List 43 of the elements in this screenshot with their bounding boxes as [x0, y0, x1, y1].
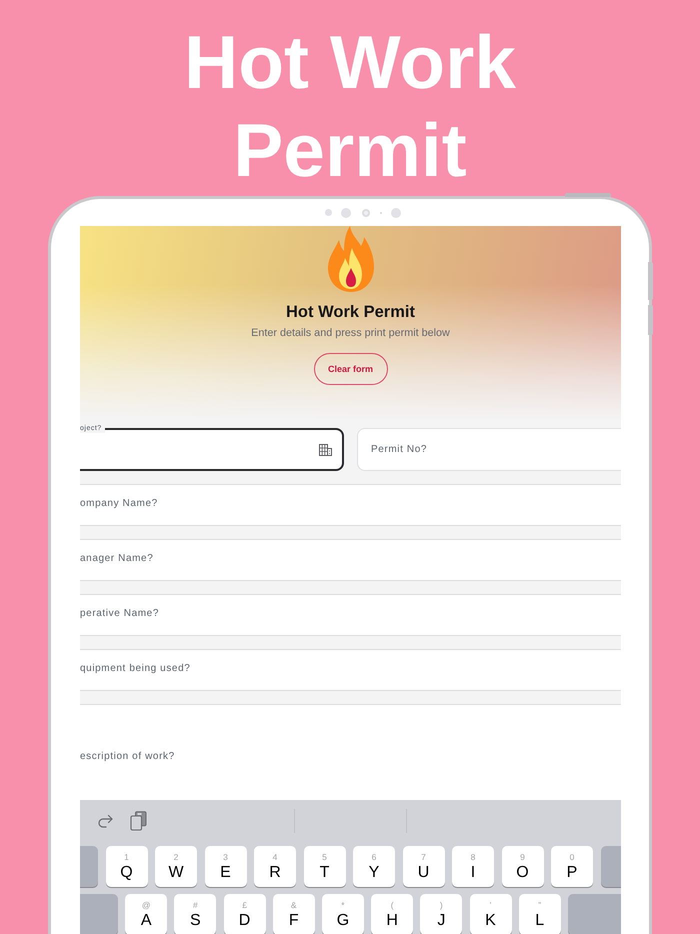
promo-title: Hot Work Permit — [183, 19, 517, 194]
input-field[interactable]: perative Name? — [80, 594, 621, 636]
keyboard-key[interactable]: 4 R — [254, 846, 296, 887]
light-sensor-icon — [325, 209, 332, 216]
keyboard-key[interactable]: ’ K — [470, 894, 512, 934]
indicator-dot-icon — [380, 212, 382, 214]
redo-icon[interactable] — [97, 814, 113, 828]
flame-icon — [328, 226, 374, 292]
keyboard-key[interactable]: @ A — [125, 894, 168, 934]
camera-icon — [341, 208, 351, 218]
modifier-key[interactable] — [80, 846, 98, 887]
keyboard-key[interactable]: 3 E — [204, 846, 246, 887]
keyboard-key[interactable]: 8 I — [452, 846, 494, 887]
sensor-icon — [391, 208, 401, 218]
modifier-key[interactable] — [80, 894, 118, 934]
keyboard-key[interactable]: 6 Y — [353, 846, 395, 887]
keyboard-key[interactable]: £ D — [224, 894, 266, 934]
input-field[interactable]: ompany Name? — [80, 484, 621, 526]
keyboard-key[interactable]: 7 U — [402, 846, 444, 887]
building-icon — [319, 444, 332, 456]
modifier-key[interactable] — [568, 894, 621, 934]
clipboard-icon[interactable] — [130, 811, 147, 831]
lens-ring-icon — [362, 208, 370, 216]
keyboard-key[interactable]: 2 W — [155, 846, 197, 887]
keyboard-key[interactable]: 9 O — [502, 846, 544, 887]
keyboard-key[interactable]: * G — [322, 894, 364, 934]
keyboard-key[interactable]: # S — [174, 894, 216, 934]
modifier-key[interactable] — [600, 846, 621, 887]
keyboard-key[interactable]: 1 Q — [106, 846, 148, 887]
app-title: Hot Work Permit — [286, 302, 415, 322]
keyboard-key[interactable]: 0 P — [551, 846, 593, 887]
keyboard-key[interactable]: ) J — [420, 894, 462, 934]
input-field[interactable]: Permit No? — [357, 428, 621, 471]
keyboard-key[interactable]: & F — [272, 894, 315, 934]
keyboard-key[interactable]: 5 T — [304, 846, 346, 887]
clear-form-button[interactable]: Clear form — [314, 353, 388, 385]
input-field[interactable]: quipment being used? — [80, 649, 621, 691]
input-field[interactable]: anager Name? — [80, 539, 621, 581]
input-field[interactable]: escription of work? — [80, 704, 621, 800]
keyboard-key[interactable]: ” L — [518, 894, 561, 934]
subtitle: Enter details and press print permit below — [251, 326, 450, 340]
top-key-drawing — [565, 193, 611, 197]
keyboard-key[interactable]: ( H — [371, 894, 414, 934]
